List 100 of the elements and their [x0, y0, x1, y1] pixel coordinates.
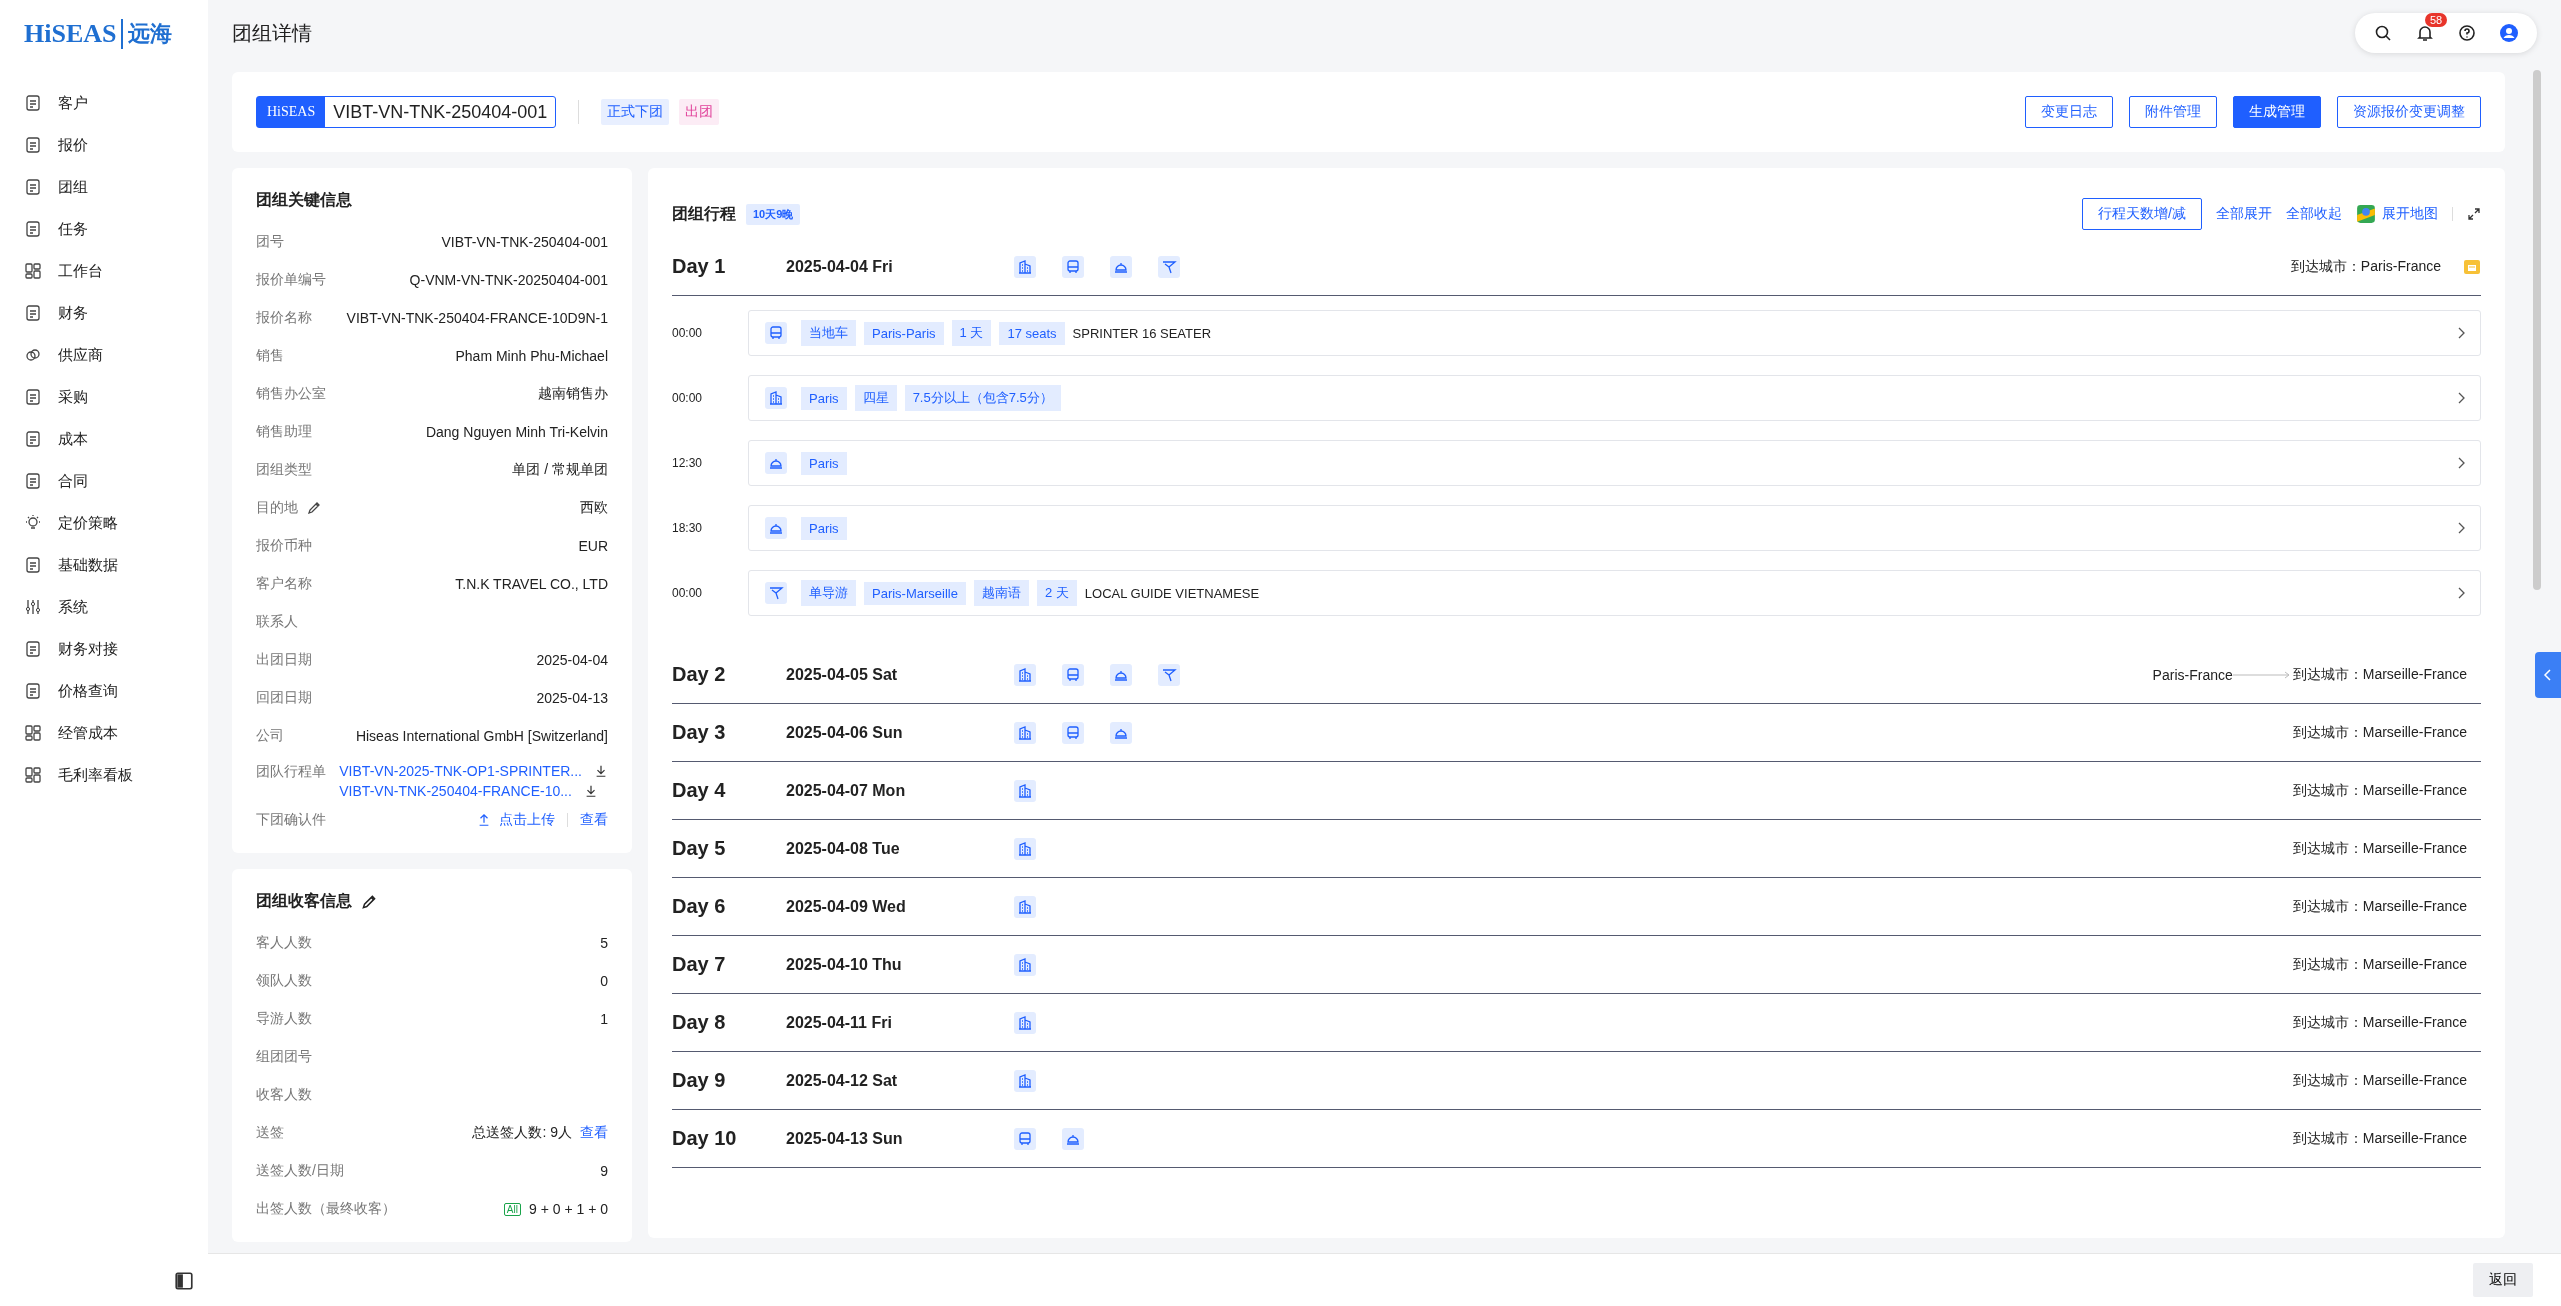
field-value: Hiseas International GmbH [Switzerland] [355, 728, 608, 744]
adjust-days-button[interactable]: 行程天数增/减 [2082, 198, 2202, 230]
sidebar-item[interactable]: 任务 [0, 208, 208, 250]
day-date: 2025-04-09 Wed [786, 897, 907, 916]
grid-icon [24, 724, 42, 742]
fullscreen-icon[interactable] [2467, 207, 2481, 221]
action-button[interactable]: 变更日志 [2025, 96, 2113, 128]
day-label[interactable]: Day 8 [672, 1011, 786, 1034]
download-icon[interactable] [594, 764, 608, 778]
grid-icon [24, 766, 42, 784]
service-row[interactable]: Paris [748, 440, 2481, 486]
day-label[interactable]: Day 3 [672, 721, 786, 744]
service-row[interactable]: 当地车 Paris-Paris 1 天 17 seats SPRINTER 16 SEATER [748, 310, 2481, 356]
field-value: 单团 / 常规单团 [512, 461, 608, 479]
back-button[interactable]: 返回 [2473, 1263, 2533, 1297]
sidebar-item[interactable]: 毛利率看板 [0, 754, 208, 796]
sidebar-item[interactable]: 定价策略 [0, 502, 208, 544]
sidebar-item[interactable]: 供应商 [0, 334, 208, 376]
sidebar-item[interactable]: 系统 [0, 586, 208, 628]
service-row[interactable]: 单导游 Paris-Marseille 越南语 2 天 LOCAL GUIDE VIETNAMESE [748, 570, 2481, 616]
service-tag: 单导游 [801, 580, 856, 606]
sidebar-item[interactable]: 客户 [0, 82, 208, 124]
sliders-icon [24, 598, 42, 616]
view-link[interactable]: 查看 [580, 811, 608, 829]
card-title: 团组关键信息 [256, 190, 353, 210]
view-link[interactable]: 查看 [580, 1124, 608, 1142]
sidebar-item[interactable]: 采购 [0, 376, 208, 418]
arrival-city: 到达城市：Marseille-France [2292, 723, 2467, 742]
notification-badge: 58 [2425, 13, 2448, 27]
group-code-field: HiSEAS VIBT-VN-TNK-250404-001 [256, 96, 557, 128]
day-label[interactable]: Day 1 [672, 255, 786, 278]
chevron-right-icon [2456, 586, 2466, 600]
action-button[interactable]: 生成管理 [2233, 96, 2321, 128]
duration-badge: 10天9晚 [746, 203, 801, 225]
service-row[interactable]: Paris [748, 505, 2481, 551]
sidebar-item[interactable]: 团组 [0, 166, 208, 208]
arrival-city: 到达城市：Paris-France [2290, 257, 2441, 276]
action-button[interactable]: 附件管理 [2129, 96, 2217, 128]
scrollbar-thumb[interactable] [2533, 70, 2541, 590]
edit-icon[interactable] [306, 500, 322, 516]
day-label[interactable]: Day 10 [672, 1127, 786, 1150]
day-date: 2025-04-11 Fri [786, 1013, 893, 1032]
day-label[interactable]: Day 2 [672, 663, 786, 686]
field-value: 2025-04-04 [536, 652, 608, 668]
user-avatar-icon[interactable] [2499, 23, 2519, 43]
chevron-right-icon [2456, 521, 2466, 535]
help-icon[interactable] [2457, 23, 2477, 43]
sidebar-item[interactable]: 工作台 [0, 250, 208, 292]
day-date: 2025-04-06 Sun [786, 723, 904, 742]
field-value: T.N.K TRAVEL CO., LTD [455, 576, 608, 592]
field-value: Pham Minh Phu-Michael [455, 348, 608, 364]
collapse-all-link[interactable]: 全部收起 [2286, 205, 2342, 223]
sidebar-item[interactable]: 财务 [0, 292, 208, 334]
upload-link[interactable]: 点击上传 [477, 811, 555, 829]
file-link[interactable]: VIBT-VN-2025-TNK-OP1-SPRINTER... [339, 763, 582, 779]
sidebar-item[interactable]: 基础数据 [0, 544, 208, 586]
day-label[interactable]: Day 4 [672, 779, 786, 802]
chevron-right-icon [2456, 456, 2466, 470]
field-label: 出签人数（最终收客） [256, 1200, 396, 1218]
field-label: 销售办公室 [256, 385, 326, 403]
service-tag: Paris-Marseille [864, 581, 966, 605]
day-label[interactable]: Day 9 [672, 1069, 786, 1092]
page-title: 团组详情 [232, 20, 312, 46]
sidebar-item[interactable]: 报价 [0, 124, 208, 166]
arrival-city: 到达城市：Marseille-France [2292, 1013, 2467, 1032]
expand-all-link[interactable]: 全部展开 [2216, 205, 2272, 223]
service-tag: 四星 [854, 385, 897, 411]
service-tag: Paris [801, 451, 847, 475]
chevron-right-icon [2456, 326, 2466, 340]
file-link[interactable]: VIBT-VN-TNK-250404-FRANCE-10... [339, 783, 572, 799]
service-tag: 17 seats [999, 321, 1065, 345]
sidebar-item[interactable]: 经管成本 [0, 712, 208, 754]
field-value: 9 [600, 1163, 608, 1179]
search-icon[interactable] [2373, 23, 2393, 43]
field-value: VIBT-VN-TNK-250404-FRANCE-10D9N-1 [346, 310, 608, 326]
status-tag: 正式下团 [601, 99, 670, 125]
field-value: EUR [578, 538, 608, 554]
sidebar-item[interactable]: 合同 [0, 460, 208, 502]
bell-icon[interactable] [2415, 23, 2435, 43]
day-label[interactable]: Day 6 [672, 895, 786, 918]
day-date: 2025-04-10 Thu [786, 955, 903, 974]
arrival-city: 到达城市：Marseille-France [2292, 955, 2467, 974]
edit-icon[interactable] [360, 892, 378, 911]
map-link[interactable]: 展开地图 [2356, 204, 2438, 224]
action-button[interactable]: 资源报价变更调整 [2337, 96, 2481, 128]
field-label: 目的地 [256, 499, 298, 517]
map-icon [2356, 204, 2376, 224]
panel-toggle-icon[interactable] [174, 1271, 194, 1291]
service-row[interactable]: Paris 四星 7.5分以上（包含7.5分） [748, 375, 2481, 421]
chevron-left-icon [2543, 667, 2553, 683]
field-label: 团号 [256, 233, 284, 251]
field-value: 西欧 [580, 499, 608, 517]
all-badge: All [503, 1202, 521, 1216]
sidebar-item[interactable]: 成本 [0, 418, 208, 460]
day-label[interactable]: Day 7 [672, 953, 786, 976]
sidebar-item[interactable]: 财务对接 [0, 628, 208, 670]
day-label[interactable]: Day 5 [672, 837, 786, 860]
sidebar-item[interactable]: 价格查询 [0, 670, 208, 712]
card-title: 团组收客信息 [256, 891, 352, 911]
field-value: VIBT-VN-TNK-250404-001 [441, 234, 608, 250]
